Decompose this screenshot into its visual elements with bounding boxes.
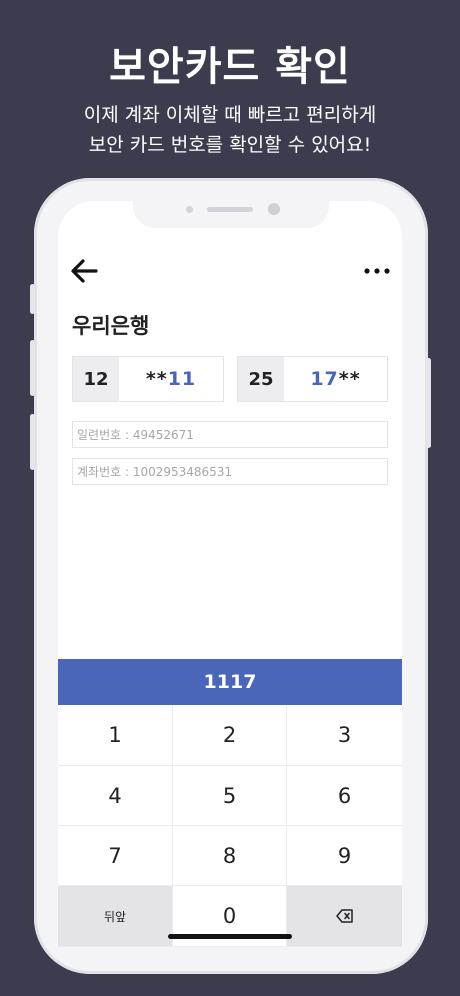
card-masked-1: ** bbox=[145, 368, 168, 390]
home-indicator[interactable] bbox=[168, 934, 292, 939]
key-3[interactable]: 3 bbox=[287, 705, 402, 766]
phone-volume-down bbox=[30, 414, 35, 470]
card-visible-2: 17 bbox=[310, 368, 339, 390]
key-2[interactable]: 2 bbox=[173, 705, 287, 766]
account-number-field: 계좌번호 : 1002953486531 bbox=[72, 458, 388, 485]
backspace-icon bbox=[335, 909, 353, 923]
front-camera bbox=[268, 203, 280, 215]
number-keypad: 1 2 3 4 5 6 7 8 9 뒤앞 0 bbox=[58, 705, 402, 947]
phone-side-button bbox=[30, 284, 35, 314]
bank-name: 우리은행 bbox=[72, 314, 150, 338]
card-index-2: 25 bbox=[238, 357, 284, 401]
security-card-box-2: 25 17 ** bbox=[237, 356, 388, 402]
subtitle-line-1: 이제 계좌 이체할 때 빠르고 편리하게 bbox=[83, 104, 377, 126]
card-index-1: 12 bbox=[73, 357, 119, 401]
key-5[interactable]: 5 bbox=[173, 766, 287, 826]
key-8[interactable]: 8 bbox=[173, 826, 287, 886]
card-digits-2: 17 ** bbox=[284, 357, 387, 401]
card-masked-2: ** bbox=[338, 368, 361, 390]
key-6[interactable]: 6 bbox=[287, 766, 402, 826]
more-dots-icon[interactable] bbox=[364, 266, 390, 276]
serial-number-field: 일련번호 : 49452671 bbox=[72, 421, 388, 448]
key-4[interactable]: 4 bbox=[58, 766, 173, 826]
phone-power-button bbox=[426, 358, 431, 448]
back-arrow-icon[interactable] bbox=[70, 258, 98, 284]
card-visible-1: 11 bbox=[167, 368, 197, 390]
security-card-box-1: 12 ** 11 bbox=[72, 356, 224, 402]
card-digits-1: ** 11 bbox=[119, 357, 223, 401]
page-headline: 보안카드 확인 bbox=[109, 44, 351, 90]
code-display-bar: 1117 bbox=[58, 659, 402, 705]
key-back[interactable]: 뒤앞 bbox=[58, 886, 173, 947]
sensor-dot bbox=[186, 206, 193, 213]
key-9[interactable]: 9 bbox=[287, 826, 402, 886]
key-7[interactable]: 7 bbox=[58, 826, 173, 886]
key-delete[interactable] bbox=[287, 886, 402, 947]
key-1[interactable]: 1 bbox=[58, 705, 173, 766]
subtitle-line-2: 보안 카드 번호를 확인할 수 있어요! bbox=[88, 134, 372, 156]
phone-notch bbox=[133, 200, 329, 228]
phone-speaker bbox=[207, 207, 253, 212]
page-subtitle: 이제 계좌 이체할 때 빠르고 편리하게 보안 카드 번호를 확인할 수 있어요… bbox=[0, 100, 460, 160]
phone-volume-up bbox=[30, 340, 35, 396]
